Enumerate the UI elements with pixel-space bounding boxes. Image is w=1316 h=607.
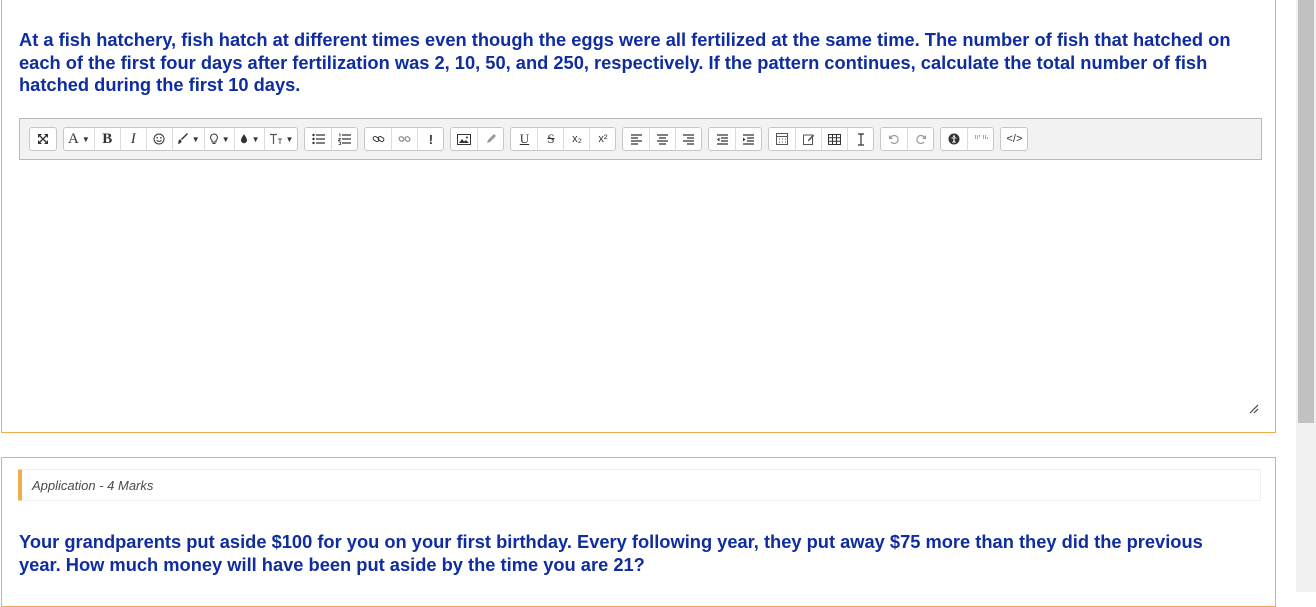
- fullscreen-icon[interactable]: [30, 128, 56, 150]
- chevron-down-icon: ▼: [221, 134, 230, 144]
- important-button[interactable]: !: [417, 128, 443, 150]
- edit-icon[interactable]: [795, 128, 821, 150]
- paintbrush-icon[interactable]: ▼: [171, 128, 204, 150]
- pencil-icon[interactable]: [477, 128, 503, 150]
- chevron-down-icon: ▼: [285, 134, 294, 144]
- toolbar-group-accessibility: [940, 127, 995, 151]
- font-size-label: A: [68, 130, 79, 147]
- align-left-icon[interactable]: [623, 128, 649, 150]
- chevron-down-icon: ▼: [81, 134, 90, 144]
- toolbar-group-text: U S x₂ x²: [510, 127, 617, 151]
- subscript-button[interactable]: x₂: [563, 128, 589, 150]
- font-size-dropdown[interactable]: A ▼: [64, 128, 94, 150]
- question-tag: Application - 4 Marks: [18, 469, 1261, 501]
- bold-button[interactable]: B: [93, 128, 120, 150]
- toolbar-group-format: A ▼ B I ▼ ▼ ▼ ▼: [63, 127, 299, 151]
- outdent-icon[interactable]: [709, 128, 735, 150]
- question-text: Your grandparents put aside $100 for you…: [19, 531, 1203, 575]
- emoji-icon[interactable]: [145, 128, 172, 150]
- undo-icon[interactable]: [881, 128, 907, 150]
- numbered-list-icon[interactable]: [331, 128, 357, 150]
- image-icon[interactable]: [451, 128, 477, 150]
- scrollbar-thumb[interactable]: [1298, 0, 1314, 423]
- align-center-icon[interactable]: [649, 128, 675, 150]
- toolbar-group-html: </>: [1000, 127, 1029, 151]
- superscript-button[interactable]: x²: [589, 128, 615, 150]
- unlink-icon[interactable]: [391, 128, 417, 150]
- chevron-down-icon: ▼: [191, 134, 200, 144]
- editor-toolbar: A ▼ B I ▼ ▼ ▼ ▼ ! U S x₂ x² </>: [29, 127, 1034, 151]
- question-panel-2: Application - 4 Marks Your grandparents …: [1, 457, 1276, 607]
- toolbar-group-media: [450, 127, 505, 151]
- chevron-down-icon: ▼: [251, 134, 260, 144]
- equation-editor-icon[interactable]: [769, 128, 795, 150]
- underline-button[interactable]: U: [511, 128, 537, 150]
- html-source-button[interactable]: </>: [1001, 128, 1027, 150]
- question-text: At a fish hatchery, fish hatch at differ…: [19, 29, 1231, 95]
- indent-icon[interactable]: [735, 128, 761, 150]
- color-drop-icon[interactable]: ▼: [233, 128, 264, 150]
- table-icon[interactable]: [821, 128, 847, 150]
- strikethrough-button[interactable]: S: [537, 128, 563, 150]
- screenreader-icon[interactable]: [967, 128, 993, 150]
- bullet-list-icon[interactable]: [305, 128, 331, 150]
- lightbulb-icon[interactable]: ▼: [203, 128, 234, 150]
- toolbar-group-insert: [768, 127, 875, 151]
- redo-icon[interactable]: [907, 128, 933, 150]
- toolbar-group-expand: [29, 127, 57, 151]
- text-cursor-icon[interactable]: [847, 128, 873, 150]
- vertical-scrollbar[interactable]: [1296, 0, 1316, 592]
- toolbar-group-history: [880, 127, 935, 151]
- toolbar-group-lists: [304, 127, 359, 151]
- align-right-icon[interactable]: [675, 128, 701, 150]
- accessibility-icon[interactable]: [941, 128, 967, 150]
- text-style-icon[interactable]: ▼: [263, 128, 298, 150]
- link-icon[interactable]: [365, 128, 391, 150]
- toolbar-group-indent: [708, 127, 763, 151]
- italic-button[interactable]: I: [119, 128, 146, 150]
- resize-handle-icon[interactable]: [1247, 402, 1259, 414]
- rich-text-editor[interactable]: A ▼ B I ▼ ▼ ▼ ▼ ! U S x₂ x² </>: [19, 118, 1262, 160]
- question-panel-1: At a fish hatchery, fish hatch at differ…: [1, 0, 1276, 433]
- question-tag-label: Application - 4 Marks: [32, 478, 154, 493]
- toolbar-group-links: !: [364, 127, 445, 151]
- toolbar-group-align: [622, 127, 703, 151]
